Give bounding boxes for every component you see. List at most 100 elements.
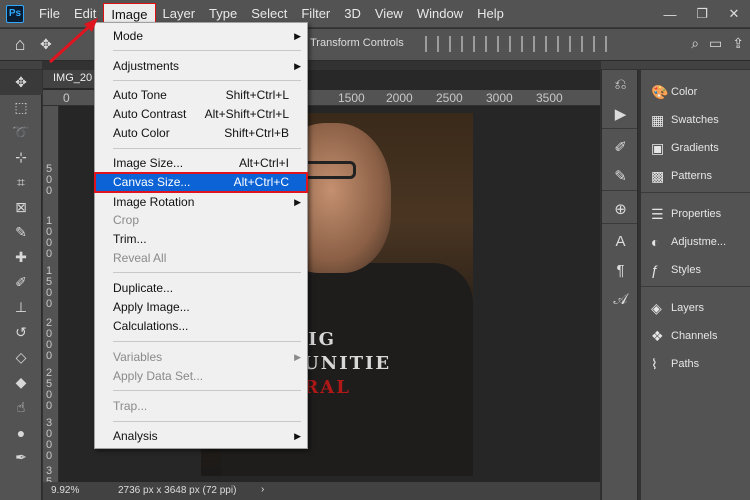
shortcut: Shift+Ctrl+B bbox=[224, 126, 289, 140]
menu-item-variables: Variables ▶ bbox=[95, 348, 307, 367]
paragraph-icon[interactable]: ¶ bbox=[602, 256, 639, 285]
glyphs-icon[interactable]: 𝒜 bbox=[602, 285, 639, 314]
character-icon[interactable]: A bbox=[602, 227, 639, 256]
menu-3d[interactable]: 3D bbox=[337, 3, 368, 25]
adjustments-icon: ◐ bbox=[651, 234, 660, 250]
menu-help[interactable]: Help bbox=[470, 3, 511, 25]
menu-item-label: Apply Data Set... bbox=[113, 369, 204, 383]
menu-item-auto-contrast[interactable]: Auto Contrast Alt+Shift+Ctrl+L bbox=[95, 105, 307, 124]
panel-channels[interactable]: ❖ Channels bbox=[641, 322, 750, 350]
align-middle-icon[interactable] bbox=[521, 36, 535, 52]
panel-adjustments[interactable]: ◐ Adjustme... bbox=[641, 228, 750, 256]
pattern-icon: ▩ bbox=[651, 167, 665, 184]
actions-play-icon[interactable]: ▶ bbox=[602, 99, 639, 128]
toolbar-header bbox=[0, 61, 42, 69]
history-brush-icon[interactable]: ↺ bbox=[0, 320, 42, 345]
layers-icon: ◈ bbox=[651, 299, 662, 316]
transform-controls-label[interactable]: Transform Controls bbox=[310, 37, 404, 49]
blur-tool-icon[interactable]: ☝ bbox=[0, 395, 42, 420]
panel-gradients[interactable]: ▣ Gradients bbox=[641, 134, 750, 162]
share-icon[interactable]: ⇪ bbox=[732, 35, 744, 52]
chevron-right-icon: ▶ bbox=[294, 431, 301, 441]
distribute-icon[interactable] bbox=[569, 36, 583, 52]
search-icon[interactable]: ⌕ bbox=[691, 35, 699, 52]
menu-item-label: Crop bbox=[113, 213, 140, 227]
history-icon[interactable]: ⎌ bbox=[602, 70, 639, 99]
workspace-icon[interactable]: ▭ bbox=[709, 35, 722, 52]
menu-item-adjustments[interactable]: Adjustments ▶ bbox=[95, 57, 307, 76]
close-button[interactable]: ✕ bbox=[718, 6, 750, 22]
panel-layers[interactable]: ◈ Layers bbox=[641, 294, 750, 322]
menu-item-mode[interactable]: Mode ▶ bbox=[95, 27, 307, 46]
menu-item-auto-color[interactable]: Auto Color Shift+Ctrl+B bbox=[95, 124, 307, 143]
tools-panel: ✥ ⬚ ➰ ⊹ ⌗ ⊠ ✎ ✚ ✐ ⊥ ↺ ◇ ◆ ☝ ● ✒ bbox=[0, 70, 42, 500]
menu-item-apply-image[interactable]: Apply Image... bbox=[95, 298, 307, 317]
menu-item-image-rotation[interactable]: Image Rotation ▶ bbox=[95, 193, 307, 212]
palette-icon: 🎨 bbox=[651, 83, 669, 100]
align-left-icon[interactable] bbox=[425, 36, 439, 52]
align-center-icon[interactable] bbox=[449, 36, 463, 52]
menu-window[interactable]: Window bbox=[410, 3, 470, 25]
divider bbox=[641, 192, 750, 200]
menu-view[interactable]: View bbox=[368, 3, 410, 25]
menu-item-duplicate[interactable]: Duplicate... bbox=[95, 279, 307, 298]
zoom-level[interactable]: 9.92% bbox=[51, 485, 79, 496]
panel-patterns[interactable]: ▩ Patterns bbox=[641, 162, 750, 190]
align-top-icon[interactable] bbox=[497, 36, 511, 52]
right-panels: 🎨 Color ▦ Swatches ▣ Gradients ▩ Patterns ☰ P… bbox=[641, 70, 750, 500]
crop-tool-icon[interactable]: ⌗ bbox=[0, 170, 42, 195]
menu-separator bbox=[113, 421, 301, 422]
menu-item-canvas-size[interactable]: Canvas Size... Alt+Ctrl+C bbox=[94, 172, 308, 193]
options-right: ⌕ ▭ ⇪ bbox=[691, 35, 744, 52]
menu-item-label: Analysis bbox=[113, 429, 158, 443]
quick-select-tool-icon[interactable]: ⊹ bbox=[0, 145, 42, 170]
restore-button[interactable]: ❐ bbox=[686, 6, 718, 22]
panels-header bbox=[601, 61, 750, 69]
clone-source-icon[interactable]: ⊕ bbox=[602, 194, 639, 223]
minimize-button[interactable]: — bbox=[654, 7, 686, 22]
menu-item-auto-tone[interactable]: Auto Tone Shift+Ctrl+L bbox=[95, 86, 307, 105]
ruler-tick: 1 0 0 0 bbox=[46, 215, 53, 260]
panel-label: Styles bbox=[671, 264, 701, 276]
chevron-right-icon: ▶ bbox=[294, 197, 301, 207]
panel-properties[interactable]: ☰ Properties bbox=[641, 200, 750, 228]
ruler-tick: 2000 bbox=[386, 91, 413, 105]
panel-styles[interactable]: ƒ Styles bbox=[641, 256, 750, 284]
distribute-v-icon[interactable] bbox=[593, 36, 607, 52]
stamp-tool-icon[interactable]: ⊥ bbox=[0, 295, 42, 320]
menu-item-calculations[interactable]: Calculations... bbox=[95, 317, 307, 336]
align-buttons bbox=[425, 36, 607, 52]
menu-item-analysis[interactable]: Analysis ▶ bbox=[95, 427, 307, 446]
paint-bucket-icon[interactable]: ◆ bbox=[0, 370, 42, 395]
eyedropper-tool-icon[interactable]: ✎ bbox=[0, 220, 42, 245]
healing-brush-icon[interactable]: ✚ bbox=[0, 245, 42, 270]
menu-item-label: Trim... bbox=[113, 232, 147, 246]
frame-tool-icon[interactable]: ⊠ bbox=[0, 195, 42, 220]
dodge-tool-icon[interactable]: ● bbox=[0, 420, 42, 445]
pen-tool-icon[interactable]: ✒ bbox=[0, 445, 42, 470]
move-tool-icon[interactable]: ✥ bbox=[0, 70, 42, 95]
align-bottom-icon[interactable] bbox=[545, 36, 559, 52]
panel-label: Adjustme... bbox=[671, 236, 727, 248]
chevron-right-icon[interactable]: › bbox=[261, 484, 264, 495]
ruler-tick: 5 0 0 bbox=[46, 163, 53, 197]
menu-item-label: Apply Image... bbox=[113, 300, 190, 314]
menu-item-label: Image Size... bbox=[113, 156, 184, 170]
shortcut: Alt+Ctrl+I bbox=[238, 156, 289, 170]
ruler-tick: 3 0 0 0 bbox=[46, 417, 53, 462]
brush-settings-icon[interactable]: ✐ bbox=[602, 132, 639, 161]
align-right-icon[interactable] bbox=[473, 36, 487, 52]
menu-item-image-size[interactable]: Image Size... Alt+Ctrl+I bbox=[95, 154, 307, 173]
menu-item-reveal-all: Reveal All bbox=[95, 249, 307, 268]
panel-icon-strip: ⎌ ▶ ✐ ✎ ⊕ A ¶ 𝒜 bbox=[601, 70, 638, 500]
marquee-tool-icon[interactable]: ⬚ bbox=[0, 95, 42, 120]
brush-tool-icon[interactable]: ✐ bbox=[0, 270, 42, 295]
eraser-tool-icon[interactable]: ◇ bbox=[0, 345, 42, 370]
home-icon[interactable]: ⌂ bbox=[0, 34, 40, 55]
lasso-tool-icon[interactable]: ➰ bbox=[0, 120, 42, 145]
panel-color[interactable]: 🎨 Color bbox=[641, 78, 750, 106]
brushes-icon[interactable]: ✎ bbox=[602, 161, 639, 190]
panel-paths[interactable]: ⌇ Paths bbox=[641, 350, 750, 378]
panel-swatches[interactable]: ▦ Swatches bbox=[641, 106, 750, 134]
menu-item-trim[interactable]: Trim... bbox=[95, 230, 307, 249]
